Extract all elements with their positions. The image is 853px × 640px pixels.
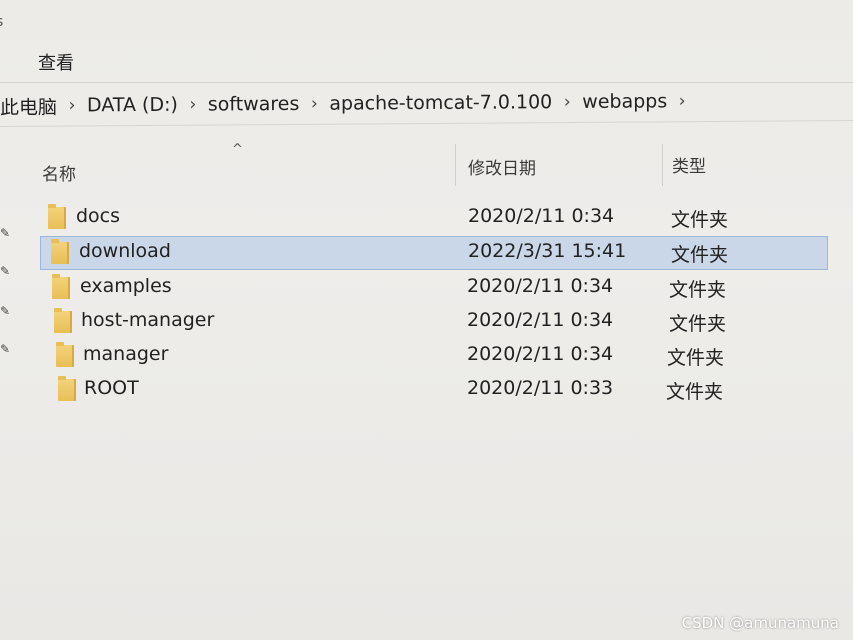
breadcrumb-webapps[interactable]: webapps: [578, 90, 671, 113]
breadcrumb-separator-icon[interactable]: ›: [182, 95, 204, 115]
folder-icon: [58, 376, 76, 401]
breadcrumb-data-drive[interactable]: DATA (D:): [83, 94, 182, 117]
file-name: manager: [83, 343, 169, 365]
file-name: docs: [76, 205, 121, 227]
breadcrumb-separator-icon[interactable]: ›: [556, 92, 578, 112]
explorer-window: s 查看 此电脑 › DATA (D:) › softwares › apach…: [0, 0, 853, 640]
file-date: 2020/2/11 0:33: [467, 377, 614, 399]
breadcrumb-softwares[interactable]: softwares: [204, 93, 304, 116]
file-name: download: [79, 240, 171, 262]
file-name: examples: [80, 275, 172, 297]
pin-icon[interactable]: ✎: [0, 342, 10, 356]
window-edge-glyph: s: [0, 14, 3, 30]
folder-icon: [48, 204, 66, 229]
breadcrumb-separator-icon[interactable]: ›: [671, 91, 693, 111]
ribbon: s 查看: [0, 0, 853, 83]
file-row[interactable]: ROOT 2020/2/11 0:33 文件夹: [48, 374, 838, 406]
file-type: 文件夹: [666, 381, 724, 403]
sort-up-icon: ^: [232, 142, 243, 157]
breadcrumb-tomcat[interactable]: apache-tomcat-7.0.100: [325, 91, 556, 115]
file-name: host-manager: [81, 309, 215, 331]
column-divider[interactable]: [662, 144, 663, 186]
file-date: 2020/2/11 0:34: [467, 309, 614, 331]
file-row[interactable]: examples 2020/2/11 0:34 文件夹: [42, 272, 842, 304]
address-bar[interactable]: 此电脑 › DATA (D:) › softwares › apache-tom…: [0, 80, 853, 127]
file-row[interactable]: download 2022/3/31 15:41 文件夹: [40, 236, 828, 270]
folder-icon: [52, 274, 70, 299]
folder-icon: [54, 308, 72, 333]
breadcrumb-separator-icon[interactable]: ›: [303, 94, 325, 114]
file-type: 文件夹: [671, 209, 729, 231]
ribbon-tab-view[interactable]: 查看: [38, 49, 74, 75]
column-header-name[interactable]: 名称: [42, 160, 76, 185]
file-date: 2020/2/11 0:34: [467, 275, 614, 297]
file-date: 2020/2/11 0:34: [467, 343, 614, 365]
folder-icon: [56, 342, 74, 367]
column-header-type[interactable]: 类型: [672, 152, 706, 177]
file-type: 文件夹: [667, 347, 725, 369]
file-row[interactable]: docs 2020/2/11 0:34 文件夹: [40, 202, 840, 234]
pin-icon[interactable]: ✎: [0, 226, 10, 240]
folder-icon: [51, 239, 69, 264]
column-header-row: ^ 名称 修改日期 类型: [0, 140, 853, 188]
file-type: 文件夹: [671, 244, 729, 266]
watermark: CSDN @amunamuna: [681, 614, 839, 632]
file-name: ROOT: [84, 377, 139, 399]
pin-icon[interactable]: ✎: [0, 304, 10, 318]
file-date: 2020/2/11 0:34: [468, 205, 615, 227]
file-row[interactable]: manager 2020/2/11 0:34 文件夹: [46, 340, 846, 372]
file-row[interactable]: host-manager 2020/2/11 0:34 文件夹: [44, 306, 844, 338]
column-divider[interactable]: [455, 144, 456, 186]
pin-icon[interactable]: ✎: [0, 264, 10, 278]
breadcrumb-separator-icon[interactable]: ›: [61, 95, 83, 115]
breadcrumb-this-pc[interactable]: 此电脑: [0, 92, 61, 119]
file-date: 2022/3/31 15:41: [468, 240, 627, 262]
column-header-date[interactable]: 修改日期: [468, 154, 536, 179]
file-type: 文件夹: [669, 313, 727, 335]
file-type: 文件夹: [669, 279, 727, 301]
